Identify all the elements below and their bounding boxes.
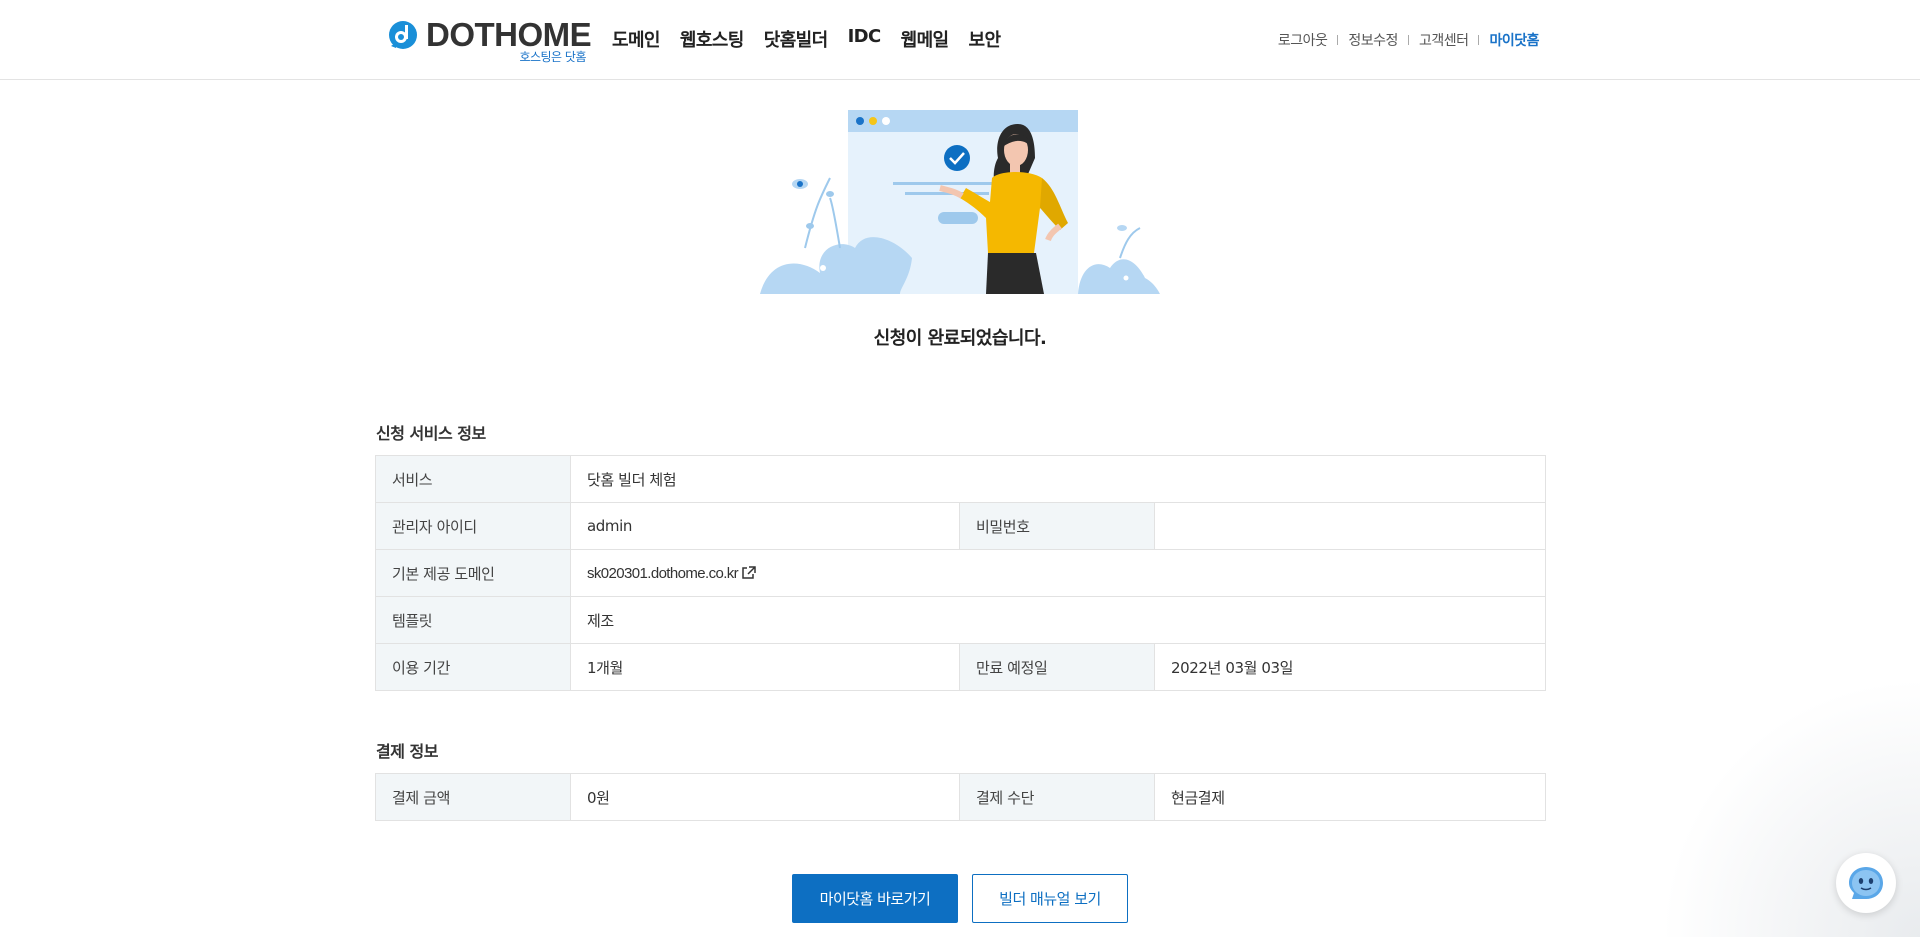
payment-info-table: 결제 금액 0원 결제 수단 현금결제 [375, 773, 1546, 821]
domain-cell: sk020301.dothome.co.kr [569, 549, 1547, 597]
table-row: 결제 금액 0원 결제 수단 현금결제 [375, 773, 1546, 821]
external-link-icon [742, 566, 756, 579]
period-value: 1개월 [570, 643, 960, 691]
table-row: 관리자 아이디 admin 비밀번호 [375, 502, 1547, 550]
my-dothome-link[interactable]: 마이닷홈 [1489, 30, 1539, 50]
table-row: 이용 기간 1개월 만료 예정일 2022년 03월 03일 [375, 643, 1547, 691]
builder-manual-button[interactable]: 빌더 매뉴얼 보기 [972, 874, 1128, 923]
utility-menu: 로그아웃 정보수정 고객센터 마이닷홈 [1278, 30, 1540, 50]
site-header: DOTHOME 호스팅은 닷홈 도메인 웹호스팅 닷홈빌더 IDC 웹메일 보안… [0, 0, 1920, 80]
password-value [1153, 502, 1547, 550]
completion-illustration [760, 110, 1160, 294]
template-value: 제조 [569, 596, 1547, 644]
domain-value: sk020301.dothome.co.kr [587, 565, 739, 582]
divider [1407, 35, 1409, 45]
edit-info-link[interactable]: 정보수정 [1348, 30, 1398, 50]
period-label: 이용 기간 [375, 643, 571, 691]
main-nav: 도메인 웹호스팅 닷홈빌더 IDC 웹메일 보안 [612, 26, 1002, 56]
method-label: 결제 수단 [959, 773, 1155, 821]
chat-bot-icon [1849, 867, 1883, 899]
admin-id-label: 관리자 아이디 [375, 502, 571, 550]
service-value: 닷홈 빌더 체험 [569, 455, 1547, 503]
logo-d-icon [389, 21, 417, 49]
domain-label: 기본 제공 도메인 [375, 549, 571, 597]
chat-button[interactable] [1836, 853, 1896, 913]
check-icon [944, 145, 970, 171]
admin-id-value: admin [570, 502, 960, 550]
go-my-dothome-button[interactable]: 마이닷홈 바로가기 [792, 874, 958, 923]
expire-value: 2022년 03월 03일 [1153, 643, 1547, 691]
support-link[interactable]: 고객센터 [1419, 30, 1469, 50]
divider [1337, 35, 1339, 45]
logout-link[interactable]: 로그아웃 [1278, 30, 1328, 50]
divider [1478, 35, 1480, 45]
nav-dothome-builder[interactable]: 닷홈빌더 [764, 30, 828, 51]
table-row: 서비스 닷홈 빌더 체험 [375, 455, 1547, 503]
amount-label: 결제 금액 [375, 773, 571, 821]
table-row: 기본 제공 도메인 sk020301.dothome.co.kr [375, 549, 1547, 597]
payment-info-title: 결제 정보 [376, 742, 438, 761]
template-label: 템플릿 [375, 596, 571, 644]
password-label: 비밀번호 [959, 502, 1155, 550]
dothome-logo[interactable]: DOTHOME 호스팅은 닷홈 [388, 16, 592, 66]
amount-value: 0원 [570, 773, 960, 821]
completion-message: 신청이 완료되었습니다. [873, 328, 1047, 349]
expire-label: 만료 예정일 [959, 643, 1155, 691]
nav-domain[interactable]: 도메인 [612, 30, 660, 51]
service-label: 서비스 [375, 455, 571, 503]
domain-link[interactable]: sk020301.dothome.co.kr [587, 565, 756, 582]
method-value: 현금결제 [1154, 773, 1546, 821]
service-info-table: 서비스 닷홈 빌더 체험 관리자 아이디 admin 비밀번호 기본 제공 도메… [375, 455, 1547, 691]
logo-subtitle: 호스팅은 닷홈 [519, 50, 586, 64]
nav-security[interactable]: 보안 [969, 30, 1002, 51]
table-row: 템플릿 제조 [375, 596, 1547, 644]
nav-web-hosting[interactable]: 웹호스팅 [680, 30, 744, 51]
nav-webmail[interactable]: 웹메일 [901, 30, 949, 51]
service-info-title: 신청 서비스 정보 [376, 424, 486, 443]
nav-idc[interactable]: IDC [848, 26, 882, 47]
